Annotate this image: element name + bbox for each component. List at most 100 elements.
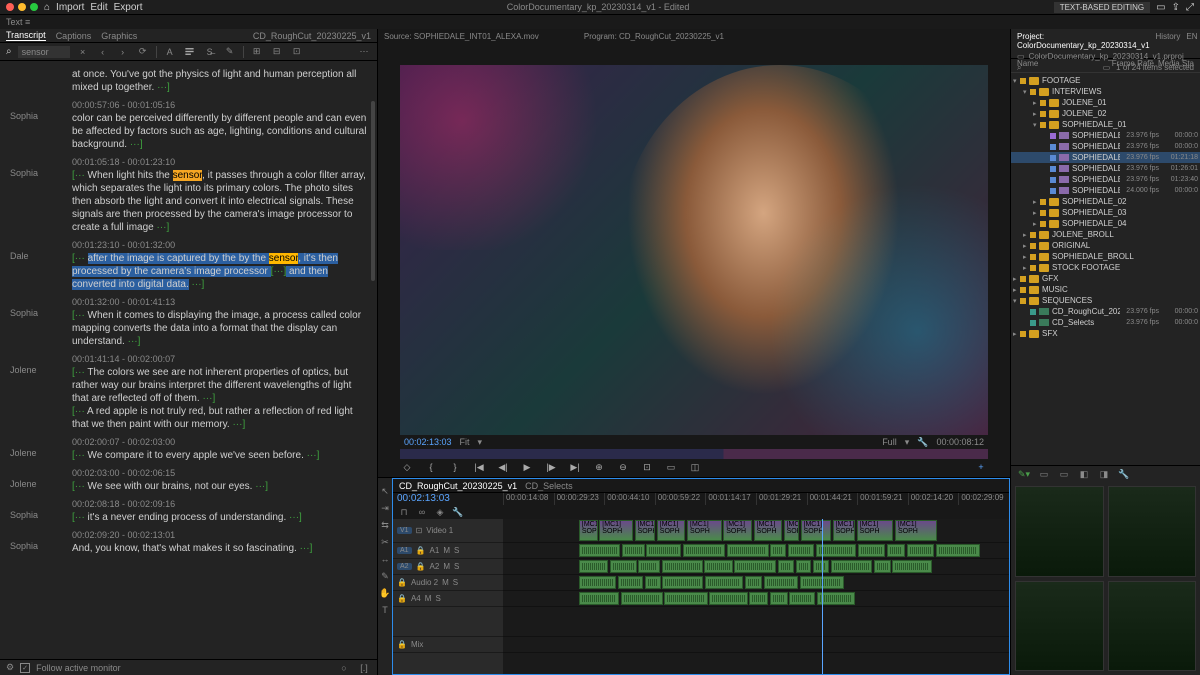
bin-row[interactable]: ▾INTERVIEWS xyxy=(1011,86,1200,97)
menu-edit[interactable]: Edit xyxy=(90,2,107,13)
timeline-clip[interactable]: [MC1] SOPH xyxy=(801,520,832,541)
timeline-clip[interactable]: [MC1] SOPH xyxy=(857,520,894,541)
settings-icon[interactable]: 🔧 xyxy=(917,437,928,448)
transcript-line[interactable]: [··· it's a never ending process of unde… xyxy=(72,511,367,524)
timeline-clip[interactable]: [MC1] SOPH xyxy=(635,520,656,541)
track-header-v1[interactable]: V1⊡Video 1 xyxy=(393,519,503,543)
hand-tool-icon[interactable]: ✋ xyxy=(378,586,392,600)
transcript-line[interactable]: [··· We see with our brains, not our eye… xyxy=(72,480,367,493)
slip-tool-icon[interactable]: ↔ xyxy=(378,552,392,566)
prev-result-icon[interactable]: ‹ xyxy=(96,45,110,59)
transcript-entry[interactable]: Sophia00:00:57:06 - 00:01:05:16color can… xyxy=(0,97,377,154)
timeline-clip[interactable] xyxy=(662,576,703,589)
refresh-icon[interactable]: ⟳ xyxy=(136,45,150,59)
timeline-clip[interactable] xyxy=(831,560,873,573)
bin-row[interactable]: ▾FOOTAGE xyxy=(1011,75,1200,86)
track-row[interactable] xyxy=(503,559,1009,575)
timeline-clip[interactable] xyxy=(664,592,707,605)
bin-row[interactable]: ▸SOPHIEDALE_04 xyxy=(1011,218,1200,229)
overwrite-edit-icon[interactable]: ⊖ xyxy=(616,460,630,474)
scope-a-icon[interactable]: ▭ xyxy=(1037,467,1051,481)
col-start[interactable]: Media Sta xyxy=(1158,59,1194,72)
bin-row[interactable]: ▸JOLENE_BROLL xyxy=(1011,229,1200,240)
timeline-clip[interactable] xyxy=(874,560,891,573)
bin-row[interactable]: SOPHIEDALE_I23.976 fps01:21:18 xyxy=(1011,152,1200,163)
bin-row[interactable]: ▸SFX xyxy=(1011,328,1200,339)
time-ruler[interactable]: 00:00:14:0800:00:29:2300:00:44:1000:00:5… xyxy=(503,493,1009,505)
tab-graphics[interactable]: Graphics xyxy=(101,31,137,41)
bin-row[interactable]: ▸GFX xyxy=(1011,273,1200,284)
timeline-clip[interactable] xyxy=(645,576,661,589)
strikethrough-icon[interactable]: S̶ xyxy=(203,45,217,59)
transcript-line[interactable]: [··· When it comes to displaying the ima… xyxy=(72,309,367,348)
transcript-entry[interactable]: Jolene00:01:41:14 - 00:02:00:07[··· The … xyxy=(0,351,377,434)
tab-captions[interactable]: Captions xyxy=(56,31,92,41)
text-panel-tab[interactable]: Text ≡ xyxy=(6,17,30,27)
timeline-clip[interactable] xyxy=(638,560,660,573)
timeline-clip[interactable] xyxy=(709,592,748,605)
track-header-a4[interactable]: 🔒A4MS xyxy=(393,591,503,607)
track-header-a3[interactable]: 🔒Audio 2MS xyxy=(393,575,503,591)
track-row[interactable] xyxy=(503,591,1009,607)
track-row[interactable]: [MC1] SOPH[MC1] SOPH[MC1] SOPH[MC1] SOPH… xyxy=(503,519,1009,543)
overwrite-icon[interactable]: ⊟ xyxy=(270,45,284,59)
timeline-clip[interactable]: [MC1] SOPH xyxy=(833,520,856,541)
mini-timeline[interactable] xyxy=(400,449,988,459)
step-back-icon[interactable]: ◀| xyxy=(496,460,510,474)
timeline-clip[interactable] xyxy=(610,560,637,573)
comparison-icon[interactable]: ◫ xyxy=(688,460,702,474)
timeline-clip[interactable] xyxy=(579,576,616,589)
full-menu[interactable]: Full xyxy=(882,437,897,447)
razor-tool-icon[interactable]: ✂ xyxy=(378,535,392,549)
timeline-clip[interactable]: [MC1] SOPH xyxy=(723,520,752,541)
ripple-tool-icon[interactable]: ⇆ xyxy=(378,518,392,532)
cc-icon[interactable]: ○ xyxy=(337,661,351,675)
timeline-tab-2[interactable]: CD_Selects xyxy=(525,481,573,491)
bin-row[interactable]: ▸SOPHIEDALE_BROLL xyxy=(1011,251,1200,262)
timeline-clip[interactable] xyxy=(727,544,769,557)
bin-row[interactable]: ▸SOPHIEDALE_02 xyxy=(1011,196,1200,207)
timeline-clip[interactable] xyxy=(936,544,980,557)
bin-row[interactable]: SOPHIEDALE_I24.000 fps00:00:0 xyxy=(1011,185,1200,196)
track-header-a1[interactable]: A1🔒A1MS xyxy=(393,543,503,559)
transcript-line[interactable]: at once. You've got the physics of light… xyxy=(72,68,367,94)
insert-edit-icon[interactable]: ⊕ xyxy=(592,460,606,474)
timeline-clip[interactable] xyxy=(770,544,786,557)
text-editing-button[interactable]: TEXT-BASED EDITING xyxy=(1054,2,1150,13)
scrollbar-thumb[interactable] xyxy=(371,101,375,281)
pencil-icon[interactable]: ✎ xyxy=(223,45,237,59)
window-controls[interactable] xyxy=(6,3,38,11)
track-row[interactable] xyxy=(503,575,1009,591)
timeline-clip[interactable] xyxy=(618,576,644,589)
timecode-left[interactable]: 00:02:13:03 xyxy=(404,437,452,447)
type-tool-icon[interactable]: T xyxy=(378,603,392,617)
play-icon[interactable]: ▶ xyxy=(520,460,534,474)
timeline-clip[interactable] xyxy=(705,576,744,589)
transcript-entry[interactable]: Jolene00:02:03:00 - 00:02:06:15[··· We s… xyxy=(0,465,377,496)
timeline-clip[interactable] xyxy=(796,560,812,573)
link-icon[interactable]: ∞ xyxy=(415,505,429,519)
timeline-clip[interactable] xyxy=(778,560,794,573)
add-btn-icon[interactable]: + xyxy=(974,460,988,474)
transcript-entry[interactable]: Sophia00:01:32:00 - 00:01:41:13[··· When… xyxy=(0,294,377,351)
timeline-clip[interactable]: [MC1] SOPH xyxy=(579,520,598,541)
bin-row[interactable]: SOPHIEDALE_I23.976 fps00:00:0 xyxy=(1011,130,1200,141)
timeline-clip[interactable] xyxy=(734,560,776,573)
timeline-clip[interactable] xyxy=(789,592,815,605)
transcript-line[interactable]: [··· The colors we see are not inherent … xyxy=(72,366,367,431)
timeline-clip[interactable]: [MC1] SOPH xyxy=(599,520,633,541)
share-icon[interactable]: ⇪ xyxy=(1172,2,1180,13)
timeline-clip[interactable]: [MC1] SOPH xyxy=(784,520,799,541)
lift-icon[interactable]: ⊡ xyxy=(290,45,304,59)
transcript-line[interactable]: [··· When light hits the sensor, it pass… xyxy=(72,169,367,234)
pen-tool-icon[interactable]: ✎ xyxy=(378,569,392,583)
timeline-clip[interactable]: [MC1] SOPH xyxy=(687,520,722,541)
timeline-clip[interactable] xyxy=(579,560,608,573)
track-row[interactable] xyxy=(503,637,1009,653)
bin-row[interactable]: ▸MUSIC xyxy=(1011,284,1200,295)
timeline-clip[interactable] xyxy=(745,576,762,589)
timeline-clip[interactable] xyxy=(646,544,681,557)
transcript-entry[interactable]: Sophia00:02:08:18 - 00:02:09:16[··· it's… xyxy=(0,496,377,527)
timeline-clip[interactable] xyxy=(788,544,814,557)
scope-d-icon[interactable]: ◨ xyxy=(1097,467,1111,481)
